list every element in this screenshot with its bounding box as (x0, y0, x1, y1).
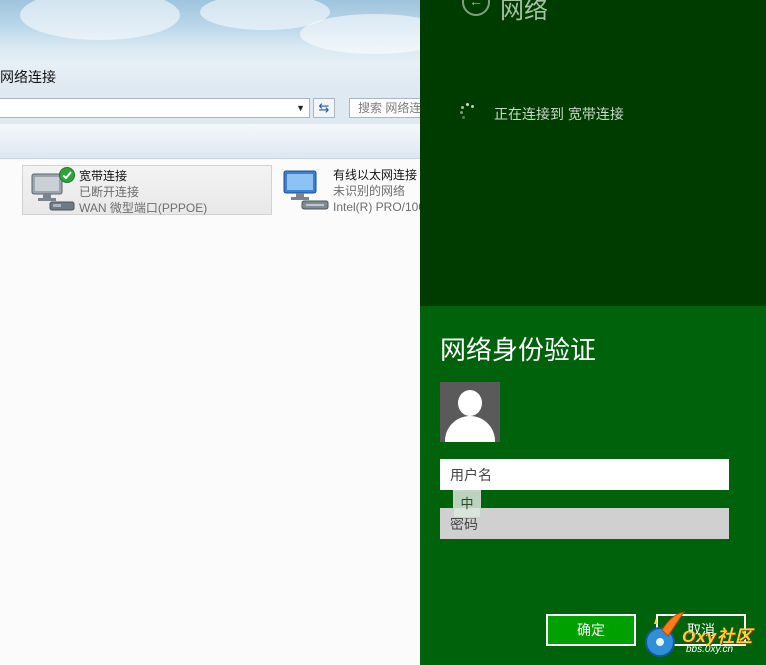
connection-item-ethernet[interactable]: 有线以太网连接 未识别的网络 Intel(R) PRO/1000 MT Netw… (277, 165, 420, 215)
back-arrow-icon[interactable]: ← (462, 0, 490, 16)
dropdown-arrow-icon[interactable]: ▼ (296, 103, 305, 113)
network-adapter-icon (283, 170, 329, 210)
connection-device: Intel(R) PRO/1000 MT Network Connection (333, 200, 420, 214)
search-input[interactable]: 搜索 网络连接 (349, 98, 420, 118)
network-list-area: ← 网络 正在连接到 宽带连接 (420, 0, 766, 306)
disc-logo-icon (645, 611, 686, 657)
connection-details: 有线以太网连接 未识别的网络 Intel(R) PRO/1000 MT Netw… (333, 167, 420, 215)
username-field[interactable] (440, 459, 729, 490)
connection-device: WAN 微型端口(PPPOE) (79, 201, 208, 215)
watermark-url: bbs.0xy.cn (686, 644, 734, 655)
connection-status: 未识别的网络 (333, 184, 406, 198)
address-bar: ▼ ⇆ 搜索 网络连接 (0, 90, 420, 124)
ime-indicator[interactable]: 中 (453, 490, 481, 518)
window-title: 网络连接 (0, 69, 56, 85)
connecting-status: 正在连接到 宽带连接 (494, 106, 624, 122)
check-icon (59, 167, 75, 183)
refresh-icon[interactable]: ⇆ (313, 98, 335, 118)
network-charm-panel: ← 网络 正在连接到 宽带连接 网络身份验证 中 确定 取消 (420, 0, 766, 665)
window-titlebar: 网络连接 (0, 62, 420, 90)
user-avatar-icon (440, 382, 500, 442)
desktop-wallpaper (0, 0, 420, 62)
password-field[interactable] (440, 508, 729, 539)
connection-name: 宽带连接 (79, 169, 128, 183)
ok-button[interactable]: 确定 (546, 614, 636, 646)
connection-details: 宽带连接 已断开连接 WAN 微型端口(PPPOE) (79, 168, 207, 216)
connection-status: 已断开连接 (79, 185, 140, 199)
command-toolbar (0, 124, 420, 159)
address-input[interactable]: ▼ (0, 98, 310, 118)
connection-name: 有线以太网连接 (333, 168, 418, 182)
auth-title: 网络身份验证 (440, 335, 597, 365)
charm-heading: 网络 (500, 0, 548, 24)
site-watermark: Oxy社区 bbs.0xy.cn (642, 606, 766, 665)
loading-spinner-icon (460, 103, 476, 119)
connection-item-broadband[interactable]: 宽带连接 已断开连接 WAN 微型端口(PPPOE) (22, 165, 272, 215)
explorer-window: 网络连接 ▼ ⇆ 搜索 网络连接 宽带连接 已断开连接 WAN 微型端口(PPP… (0, 0, 420, 665)
